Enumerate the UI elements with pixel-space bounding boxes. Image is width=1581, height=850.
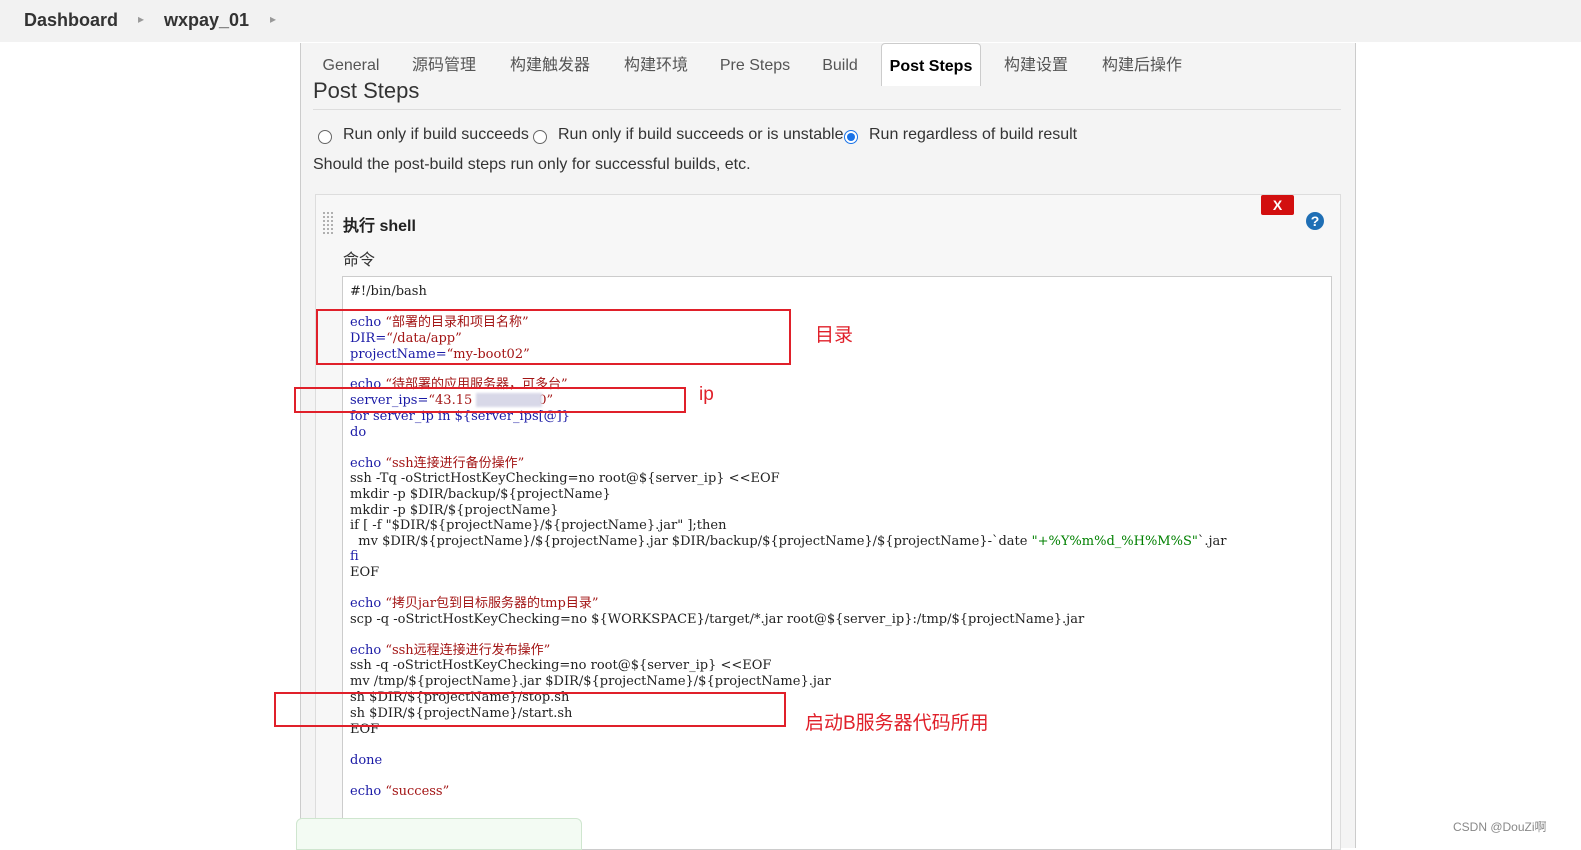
tab-build-settings[interactable]: 构建设置 [996,43,1076,85]
code-line: #!/bin/bash [350,284,427,299]
annotation-box-dir [316,309,791,365]
code-line: ssh -Tq -oStrictHostKeyChecking=no root@… [350,471,780,486]
code-line: echo “ssh远程连接进行发布操作” [350,643,551,658]
drag-handle-icon[interactable] [322,211,334,235]
step-title: 执行 shell [343,218,416,235]
top-breadcrumb-bar: Dashboard ▸ wxpay_01 ▸ [0,0,1581,42]
annotation-box-start [274,692,786,727]
code-line: if [ -f "$DIR/${projectName}/${projectNa… [350,518,727,533]
chevron-right-icon: ▸ [270,12,277,26]
command-label: 命令 [343,252,376,269]
delete-step-button[interactable]: X [1261,195,1294,215]
code-line: echo “success” [350,784,450,799]
radio-label-regardless: Run regardless of build result [869,126,1078,143]
radio-success-only[interactable] [318,130,332,144]
code-line: fi [350,549,359,564]
watermark: CSDN @DouZi啊 [1453,820,1547,834]
code-line: EOF [350,565,380,580]
annotation-ip: ip [699,384,714,405]
next-section-edge [296,818,582,850]
radio-regardless[interactable] [844,130,858,144]
code-line: scp -q -oStrictHostKeyChecking=no ${WORK… [350,612,1085,627]
radio-label-success-only: Run only if build succeeds [343,126,529,143]
tab-pre-steps[interactable]: Pre Steps [714,43,796,85]
code-line: mv $DIR/${projectName}/${projectName}.ja… [350,534,1227,549]
radio-label-success-or-unstable: Run only if build succeeds or is unstabl… [558,126,844,143]
code-line: mkdir -p $DIR/backup/${projectName} [350,487,611,502]
divider [313,109,1341,110]
help-icon[interactable]: ? [1306,212,1324,230]
annotation-dir: 目录 [815,325,854,346]
code-line: done [350,753,383,768]
annotation-start: 启动B服务器代码所用 [805,713,989,734]
tab-post-steps[interactable]: Post Steps [881,43,981,86]
code-line: ssh -q -oStrictHostKeyChecking=no root@$… [350,658,772,673]
section-description: Should the post-build steps run only for… [313,156,751,173]
tab-triggers[interactable]: 构建触发器 [502,43,598,85]
section-title: Post Steps [313,78,420,103]
radio-success-or-unstable[interactable] [533,130,547,144]
tab-post-build[interactable]: 构建后操作 [1094,43,1190,85]
tab-build[interactable]: Build [814,43,866,85]
code-line: mkdir -p $DIR/${projectName} [350,503,559,518]
code-line: echo “拷贝jar包到目标服务器的tmp目录” [350,596,599,611]
breadcrumb-dashboard[interactable]: Dashboard [24,10,118,31]
code-line: mv /tmp/${projectName}.jar $DIR/${projec… [350,674,831,689]
code-line: do [350,425,367,440]
tab-environment[interactable]: 构建环境 [616,43,696,85]
annotation-box-ip [294,387,686,413]
breadcrumb-job[interactable]: wxpay_01 [164,10,249,31]
chevron-right-icon: ▸ [138,12,145,26]
config-tabs: General 源码管理 构建触发器 构建环境 Pre Steps Build … [300,43,1354,87]
code-line: echo “ssh连接进行备份操作” [350,456,525,471]
